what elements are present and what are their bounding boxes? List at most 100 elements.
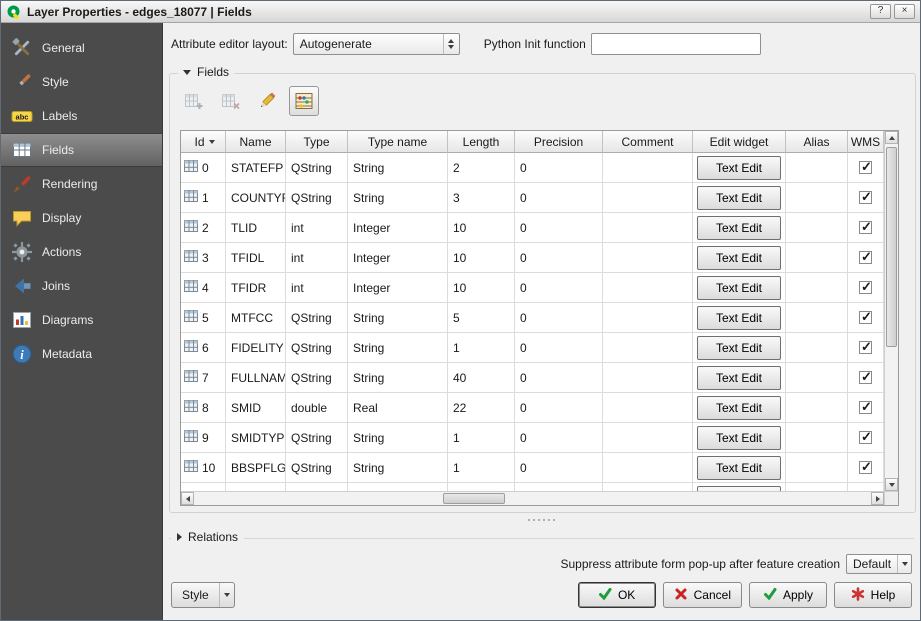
header-precision[interactable]: Precision (515, 131, 603, 153)
cell-comment[interactable] (603, 423, 693, 453)
cell-alias[interactable] (786, 333, 848, 363)
edit-widget-button[interactable]: Text Edit (697, 426, 781, 450)
edit-widget-button[interactable]: Text Edit (697, 336, 781, 360)
table-row[interactable]: 4 TFIDR int Integer 10 0 Text Edit (181, 273, 898, 303)
edit-widget-button[interactable]: Text Edit (697, 186, 781, 210)
cell-alias[interactable] (786, 303, 848, 333)
header-type[interactable]: Type (286, 131, 348, 153)
wms-checkbox[interactable] (859, 311, 872, 324)
cell-comment[interactable] (603, 273, 693, 303)
table-row[interactable]: 1 COUNTYFP QString String 3 0 Text Edit (181, 183, 898, 213)
cell-comment[interactable] (603, 153, 693, 183)
cell-comment[interactable] (603, 213, 693, 243)
cell-comment[interactable] (603, 303, 693, 333)
edit-widget-button[interactable]: Text Edit (697, 366, 781, 390)
style-menu-button[interactable]: Style (171, 582, 235, 608)
table-row[interactable]: 6 FIDELITY QString String 1 0 Text Edit (181, 333, 898, 363)
table-row[interactable]: 7 FULLNAME QString String 40 0 Text Edit (181, 363, 898, 393)
horizontal-scrollbar-thumb[interactable] (443, 493, 505, 504)
sidebar-item-metadata[interactable]: i Metadata (1, 337, 162, 371)
wms-checkbox[interactable] (859, 191, 872, 204)
relations-group-header[interactable]: Relations (171, 530, 244, 544)
edit-widget-button[interactable]: Text Edit (697, 456, 781, 480)
cell-alias[interactable] (786, 213, 848, 243)
cell-alias[interactable] (786, 393, 848, 423)
edit-widget-button[interactable]: Text Edit (697, 306, 781, 330)
horizontal-scrollbar[interactable] (181, 491, 884, 505)
wms-checkbox[interactable] (859, 161, 872, 174)
python-init-input[interactable] (591, 33, 761, 55)
fields-group-header[interactable]: Fields (178, 65, 234, 79)
toggle-editing-button[interactable] (252, 86, 282, 116)
apply-button[interactable]: Apply (749, 582, 827, 608)
wms-checkbox[interactable] (859, 401, 872, 414)
cell-alias[interactable] (786, 363, 848, 393)
suppress-combo[interactable]: Default (846, 554, 912, 574)
scroll-down-icon[interactable] (885, 478, 898, 491)
sidebar-item-general[interactable]: General (1, 31, 162, 65)
sidebar-item-rendering[interactable]: Rendering (1, 167, 162, 201)
table-row[interactable]: 2 TLID int Integer 10 0 Text Edit (181, 213, 898, 243)
wms-checkbox[interactable] (859, 461, 872, 474)
ok-button[interactable]: OK (578, 582, 656, 608)
scroll-left-icon[interactable] (181, 492, 194, 505)
header-type-name[interactable]: Type name (348, 131, 448, 153)
edit-widget-button[interactable]: Text Edit (697, 156, 781, 180)
cell-comment[interactable] (603, 183, 693, 213)
new-column-button[interactable] (178, 86, 208, 116)
header-length[interactable]: Length (448, 131, 515, 153)
table-row-partial[interactable] (181, 483, 898, 491)
header-name[interactable]: Name (226, 131, 286, 153)
table-row[interactable]: 8 SMID double Real 22 0 Text Edit (181, 393, 898, 423)
edit-widget-button[interactable]: Text Edit (697, 246, 781, 270)
edit-widget-button[interactable]: Text Edit (697, 396, 781, 420)
help-button[interactable]: Help (834, 582, 912, 608)
table-row[interactable]: 10 BBSPFLG QString String 1 0 Text Edit (181, 453, 898, 483)
sidebar-item-display[interactable]: Display (1, 201, 162, 235)
cell-alias[interactable] (786, 243, 848, 273)
header-alias[interactable]: Alias (786, 131, 848, 153)
edit-widget-button[interactable]: Text Edit (697, 216, 781, 240)
header-comment[interactable]: Comment (603, 131, 693, 153)
table-row[interactable]: 0 STATEFP QString String 2 0 Text Edit (181, 153, 898, 183)
cell-comment[interactable] (603, 333, 693, 363)
wms-checkbox[interactable] (859, 431, 872, 444)
table-row[interactable]: 5 MTFCC QString String 5 0 Text Edit (181, 303, 898, 333)
sidebar-item-actions[interactable]: Actions (1, 235, 162, 269)
scroll-up-icon[interactable] (885, 131, 898, 144)
field-calculator-button[interactable] (289, 86, 319, 116)
edit-widget-button[interactable]: Text Edit (697, 276, 781, 300)
wms-checkbox[interactable] (859, 221, 872, 234)
cell-alias[interactable] (786, 453, 848, 483)
sidebar-item-style[interactable]: Style (1, 65, 162, 99)
cancel-button[interactable]: Cancel (663, 582, 742, 608)
cell-comment[interactable] (603, 243, 693, 273)
scroll-right-icon[interactable] (871, 492, 884, 505)
header-edit-widget[interactable]: Edit widget (693, 131, 786, 153)
splitter-handle[interactable] (163, 517, 920, 523)
sidebar-item-labels[interactable]: abc Labels (1, 99, 162, 133)
cell-alias[interactable] (786, 423, 848, 453)
cell-alias[interactable] (786, 273, 848, 303)
attribute-editor-layout-combo[interactable]: Autogenerate (293, 33, 460, 55)
header-wms[interactable]: WMS (848, 131, 884, 153)
close-button[interactable]: × (894, 4, 915, 19)
sidebar-item-diagrams[interactable]: Diagrams (1, 303, 162, 337)
wms-checkbox[interactable] (859, 341, 872, 354)
cell-alias[interactable] (786, 153, 848, 183)
table-row[interactable]: 9 SMIDTYPE QString String 1 0 Text Edit (181, 423, 898, 453)
delete-column-button[interactable] (215, 86, 245, 116)
sidebar-item-joins[interactable]: Joins (1, 269, 162, 303)
vertical-scrollbar-thumb[interactable] (886, 147, 897, 347)
wms-checkbox[interactable] (859, 371, 872, 384)
help-titlebar-button[interactable]: ? (870, 4, 891, 19)
wms-checkbox[interactable] (859, 251, 872, 264)
cell-comment[interactable] (603, 363, 693, 393)
cell-comment[interactable] (603, 393, 693, 423)
cell-alias[interactable] (786, 183, 848, 213)
wms-checkbox[interactable] (859, 281, 872, 294)
sidebar-item-fields[interactable]: Fields (1, 133, 162, 167)
vertical-scrollbar[interactable] (884, 131, 898, 491)
header-id[interactable]: Id (181, 131, 226, 153)
cell-comment[interactable] (603, 453, 693, 483)
